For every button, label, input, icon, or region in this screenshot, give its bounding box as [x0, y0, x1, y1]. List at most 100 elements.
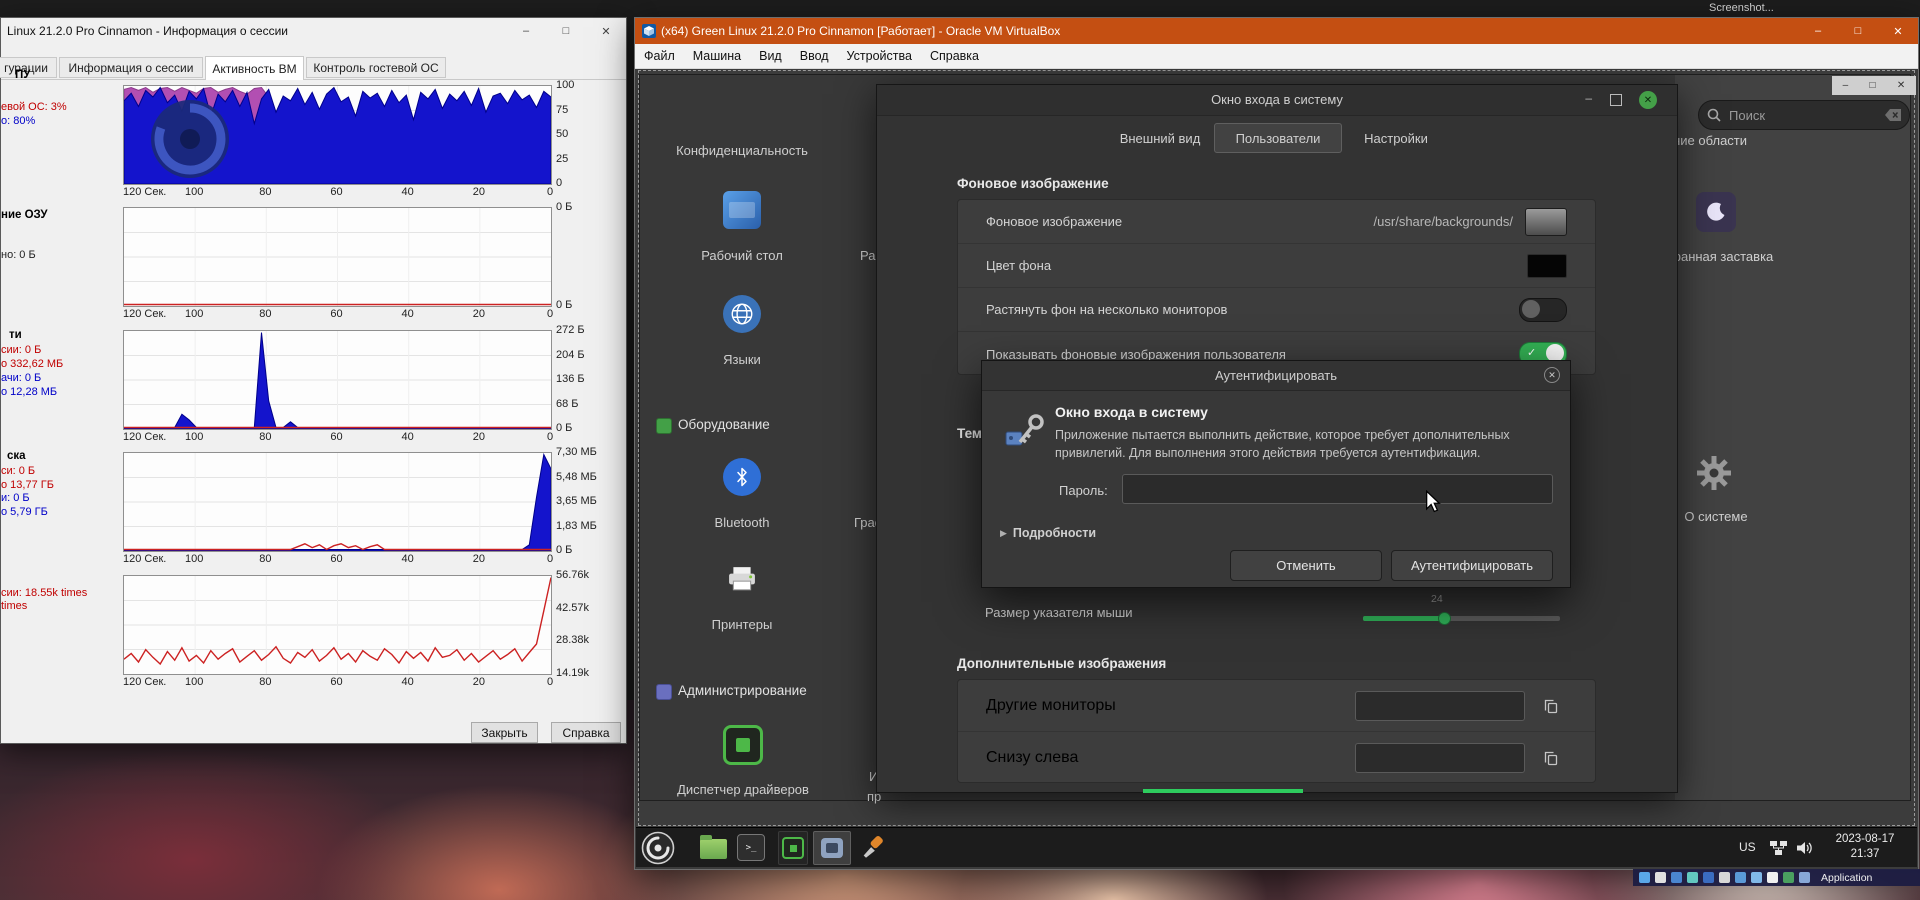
menu-help[interactable]: Справка — [921, 49, 988, 63]
category-bluetooth[interactable]: Bluetooth — [657, 515, 827, 530]
category-driver-manager[interactable]: Диспетчер драйверов — [654, 782, 832, 797]
cancel-button[interactable]: Отменить — [1230, 550, 1382, 581]
file-manager-icon[interactable] — [700, 834, 727, 859]
stretch-background-row: Растянуть фон на несколько мониторов — [958, 288, 1595, 332]
copy-icon[interactable] — [1533, 743, 1569, 773]
bottom-left-input[interactable] — [1355, 743, 1525, 773]
search-input[interactable] — [1727, 107, 1885, 124]
tray-icon[interactable] — [1655, 872, 1666, 883]
category-privacy[interactable]: Конфиденциальность — [657, 143, 827, 158]
section-other-areas: Прочие области — [1650, 133, 1850, 148]
volume-icon[interactable] — [1797, 841, 1813, 855]
category-languages[interactable]: Языки — [657, 352, 827, 367]
vbox-titlebar[interactable]: (x64) Green Linux 21.2.0 Pro Cinnamon [Р… — [635, 18, 1918, 44]
y-axis-label: 14.19k — [556, 667, 589, 679]
menu-machine[interactable]: Машина — [684, 49, 750, 63]
tray-icon[interactable] — [1719, 872, 1730, 883]
desktop-icon[interactable] — [723, 191, 761, 229]
help-button[interactable]: Справка — [551, 722, 621, 743]
close-icon[interactable]: ✕ — [1639, 91, 1657, 109]
background-section-header: Фоновое изображение — [957, 176, 1109, 191]
keyboard-layout[interactable]: US — [1739, 840, 1756, 854]
session-window-titlebar[interactable]: Linux 21.2.0 Pro Cinnamon - Информация о… — [1, 18, 626, 44]
background-image-preview-button[interactable] — [1525, 208, 1567, 236]
screwdriver-icon[interactable] — [858, 832, 888, 864]
x-axis-label: 100 — [185, 676, 203, 688]
close-icon[interactable]: ✕ — [1897, 80, 1905, 91]
tray-icon[interactable] — [1703, 872, 1714, 883]
close-icon[interactable]: ✕ — [586, 18, 626, 44]
tab-appearance[interactable]: Внешний вид — [1106, 123, 1214, 153]
background-color-swatch[interactable] — [1527, 254, 1567, 278]
host-screenshot-label: Screenshot... — [1709, 2, 1774, 14]
category-printers[interactable]: Принтеры — [657, 617, 827, 632]
terminal-icon[interactable]: >_ — [737, 834, 765, 861]
copy-icon[interactable] — [1533, 691, 1569, 721]
background-image-row: Фоновое изображение /usr/share/backgroun… — [958, 200, 1595, 244]
tab-vm-activity[interactable]: Активность ВМ — [205, 56, 304, 80]
cpu-graph: 1007550250 120 Сек.100806040200 — [123, 85, 628, 205]
window-button-active[interactable] — [813, 831, 851, 865]
tray-icon[interactable] — [1735, 872, 1746, 883]
about-system-icon[interactable] — [1694, 453, 1734, 493]
clock[interactable]: 2023-08-17 21:37 — [1828, 832, 1902, 862]
x-axis-label: 60 — [330, 186, 342, 198]
x-axis-label: 80 — [259, 553, 271, 565]
background-settings-card: Фоновое изображение /usr/share/backgroun… — [957, 199, 1596, 375]
maximize-button[interactable]: □ — [1838, 18, 1878, 44]
login-dialog-titlebar[interactable]: Окно входа в систему – ✕ — [877, 85, 1677, 116]
clear-search-icon[interactable] — [1885, 109, 1901, 121]
password-input[interactable] — [1122, 474, 1553, 504]
close-icon[interactable]: ✕ — [1878, 18, 1918, 44]
tray-icon[interactable] — [1767, 872, 1778, 883]
slider-knob[interactable] — [1438, 612, 1451, 625]
window-button-driver-manager[interactable] — [778, 831, 808, 865]
details-expander[interactable]: ▶ Подробности — [1000, 526, 1096, 540]
tray-icon[interactable] — [1687, 872, 1698, 883]
tray-icon[interactable] — [1639, 872, 1650, 883]
menu-view[interactable]: Вид — [750, 49, 791, 63]
tray-icon[interactable] — [1799, 872, 1810, 883]
minimize-button[interactable]: – — [1585, 91, 1592, 105]
printers-icon[interactable] — [723, 560, 761, 598]
close-button[interactable]: Закрыть — [471, 722, 538, 743]
minimize-button[interactable]: – — [1798, 18, 1838, 44]
maximize-button[interactable]: □ — [1870, 80, 1876, 91]
section-hardware: Оборудование — [678, 417, 770, 432]
tab-session-info[interactable]: Информация о сессии — [59, 57, 203, 78]
menu-devices[interactable]: Устройства — [838, 49, 921, 63]
screensaver-icon[interactable] — [1696, 192, 1736, 232]
pointer-size-label: Размер указателя мыши — [985, 605, 1133, 620]
tray-icon[interactable] — [1671, 872, 1682, 883]
category-desktop[interactable]: Рабочий стол — [657, 248, 827, 263]
tray-icon[interactable] — [1751, 872, 1762, 883]
tray-icon[interactable] — [1783, 872, 1794, 883]
x-axis-label: 120 Сек. — [123, 186, 166, 198]
x-axis-label: 40 — [402, 186, 414, 198]
vm-desktop: – □ ✕ Конфиденциальность Рабочий стол Ра — [636, 69, 1917, 867]
pointer-size-slider[interactable] — [1363, 616, 1560, 621]
bluetooth-icon[interactable] — [723, 458, 761, 496]
minimize-button[interactable]: – — [1843, 80, 1849, 91]
network-icon[interactable] — [1770, 841, 1787, 855]
driver-manager-icon[interactable] — [723, 725, 763, 765]
tab-guest-control[interactable]: Контроль гостевой ОС — [306, 57, 446, 78]
stretch-background-toggle[interactable] — [1519, 298, 1567, 322]
authenticate-button[interactable]: Аутентифицировать — [1391, 550, 1553, 581]
maximize-button[interactable]: □ — [546, 18, 586, 44]
other-monitors-input[interactable] — [1355, 691, 1525, 721]
menu-button[interactable] — [641, 831, 675, 865]
x-axis-label: 100 — [185, 186, 203, 198]
auth-dialog-titlebar[interactable]: Аутентифицировать ✕ — [982, 361, 1570, 391]
category-fragment-ra[interactable]: Ра — [860, 248, 875, 263]
tab-users[interactable]: Пользователи — [1214, 123, 1342, 153]
minimize-button[interactable]: – — [506, 18, 546, 44]
close-icon[interactable]: ✕ — [1544, 367, 1560, 383]
maximize-button[interactable] — [1610, 94, 1622, 106]
menu-file[interactable]: Файл — [635, 49, 684, 63]
session-info-window: Linux 21.2.0 Pro Cinnamon - Информация о… — [0, 17, 627, 744]
menu-input[interactable]: Ввод — [791, 49, 838, 63]
x-axis-label: 120 Сек. — [123, 431, 166, 443]
languages-icon[interactable] — [723, 295, 761, 333]
tab-settings[interactable]: Настройки — [1342, 123, 1450, 153]
